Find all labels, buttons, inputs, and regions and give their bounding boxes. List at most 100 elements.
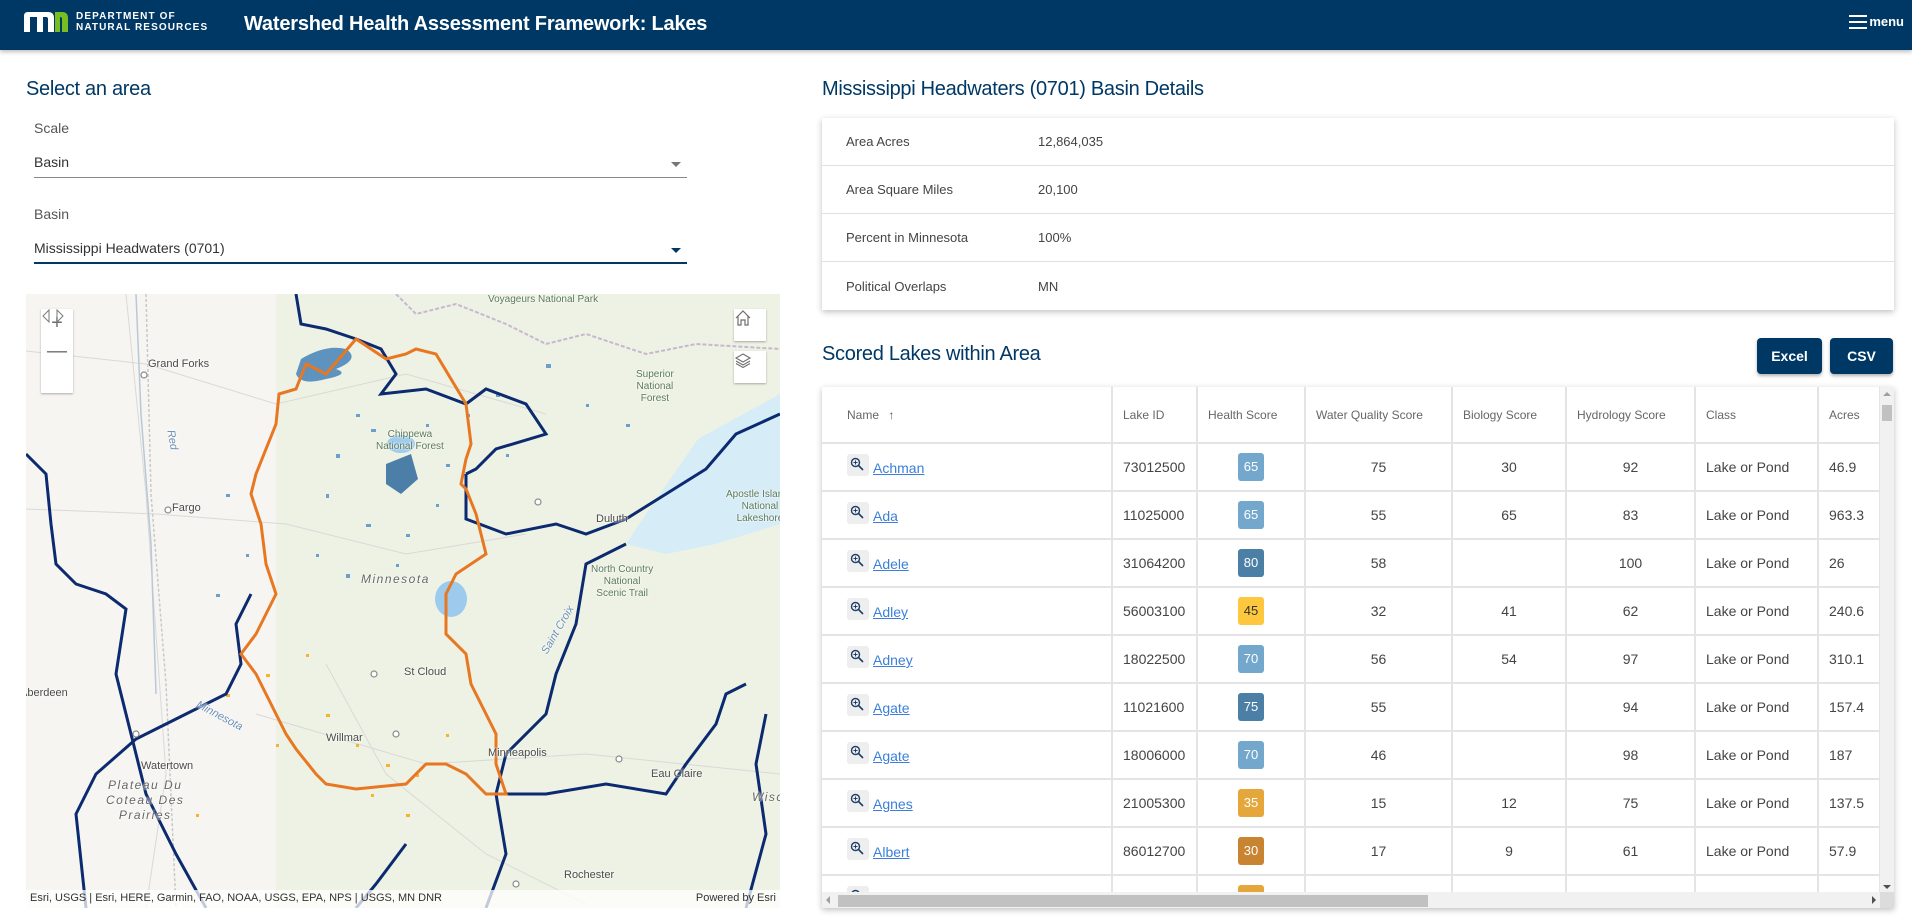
excel-export-button[interactable]: Excel	[1757, 338, 1822, 374]
home-button[interactable]	[734, 309, 766, 341]
lake-name-link[interactable]: Agate	[873, 700, 910, 716]
detail-row: Percent in Minnesota 100%	[822, 214, 1894, 262]
cell-biology-score	[1452, 539, 1567, 588]
zoom-to-lake-button[interactable]	[847, 838, 869, 860]
scroll-left-arrow-icon[interactable]	[826, 896, 830, 904]
app-header: DEPARTMENT OF NATURAL RESOURCES Watershe…	[0, 0, 1912, 50]
zoom-control: + —	[41, 309, 73, 393]
menu-label: menu	[1869, 14, 1904, 29]
map-label-chippewa-nf: Chippewa National Forest	[376, 429, 444, 452]
scroll-down-arrow-icon[interactable]	[1883, 885, 1891, 889]
menu-button[interactable]: menu	[1849, 14, 1904, 29]
cell-biology-score: 9	[1452, 827, 1567, 876]
lake-name-link[interactable]: Albert	[873, 844, 910, 860]
map-label-rochester: Rochester	[564, 869, 615, 881]
lake-name-link[interactable]: Achman	[873, 460, 924, 476]
cell-biology-score: 54	[1452, 635, 1567, 684]
map-label-voyageurs: Voyageurs National Park	[488, 294, 599, 305]
lake-name-link[interactable]: Agate	[873, 748, 910, 764]
zoom-to-lake-button[interactable]	[847, 742, 869, 764]
app-title: Watershed Health Assessment Framework: L…	[244, 13, 708, 35]
lake-name-link[interactable]: Adney	[873, 652, 913, 668]
chevron-down-icon	[671, 248, 681, 253]
cell-lake-id: 56003100	[1112, 587, 1198, 636]
lakes-table-container: Name ↑ Lake ID Health Score Water Qualit…	[822, 387, 1894, 908]
cell-class: Lake or Pond	[1695, 443, 1819, 492]
column-header-name[interactable]: Name ↑	[822, 387, 1113, 444]
cell-lake-id: 21005300	[1112, 779, 1198, 828]
zoom-to-lake-button[interactable]	[847, 502, 869, 524]
detail-row: Area Square Miles 20,100	[822, 166, 1894, 214]
layers-button[interactable]	[734, 351, 766, 383]
cell-acres: 240.6	[1818, 587, 1881, 636]
cell-class: Lake or Pond	[1695, 635, 1819, 684]
table-row: Agnes 21005300 35 15 12 75 Lake or Pond 137.5	[822, 779, 1881, 828]
logo-line-2: NATURAL RESOURCES	[76, 22, 209, 33]
column-header-label: Name	[847, 407, 880, 422]
cell-water-quality-score: 55	[1305, 683, 1453, 732]
layers-icon	[734, 353, 752, 369]
cell-acres: 157.4	[1818, 683, 1881, 732]
cell-name: Albert	[822, 827, 1113, 876]
health-score-badge: 35	[1238, 789, 1264, 817]
lake-name-link[interactable]: Ada	[873, 508, 898, 524]
zoom-out-button[interactable]: —	[41, 337, 73, 365]
cell-name: Adley	[822, 587, 1113, 636]
column-header-lake-id[interactable]: Lake ID	[1112, 387, 1198, 444]
horizontal-scrollbar[interactable]	[822, 892, 1880, 908]
column-header-acres[interactable]: Acres	[1818, 387, 1881, 444]
cell-biology-score: 30	[1452, 443, 1567, 492]
column-header-hydrology-score[interactable]: Hydrology Score	[1566, 387, 1696, 444]
cell-class: Lake or Pond	[1695, 491, 1819, 540]
lake-name-link[interactable]: Adley	[873, 604, 908, 620]
cell-hydrology-score: 83	[1566, 491, 1696, 540]
table-row: Albert 86012700 30 17 9 61 Lake or Pond 57.9	[822, 827, 1881, 876]
map-label-north-country-trail: North Country National Scenic Trail	[591, 564, 654, 599]
column-header-water-quality-score[interactable]: Water Quality Score	[1305, 387, 1453, 444]
basin-select[interactable]: Mississippi Headwaters (0701)	[34, 236, 687, 264]
zoom-to-lake-button[interactable]	[847, 790, 869, 812]
cell-health-score: 70	[1197, 635, 1306, 684]
scroll-up-arrow-icon[interactable]	[1883, 392, 1891, 396]
csv-export-button[interactable]: CSV	[1830, 338, 1893, 374]
detail-label: Area Acres	[846, 134, 910, 149]
powered-by-esri[interactable]: Powered by Esri	[696, 892, 776, 906]
health-score-badge: 65	[1238, 453, 1264, 481]
column-header-class[interactable]: Class	[1695, 387, 1819, 444]
map-label-plateau: Plateau Du Coteau Des Prairies	[106, 778, 185, 822]
zoom-to-lake-button[interactable]	[847, 550, 869, 572]
vertical-scroll-thumb[interactable]	[1882, 405, 1892, 421]
dnr-logo[interactable]: DEPARTMENT OF NATURAL RESOURCES	[24, 11, 208, 33]
scale-select[interactable]: Basin	[34, 150, 687, 178]
table-header-row: Name ↑ Lake ID Health Score Water Qualit…	[822, 387, 1881, 444]
zoom-to-lake-button[interactable]	[847, 598, 869, 620]
cell-water-quality-score: 58	[1305, 539, 1453, 588]
zoom-to-lake-button[interactable]	[847, 646, 869, 668]
attribution-text[interactable]: Esri, USGS | Esri, HERE, Garmin, FAO, NO…	[30, 892, 442, 906]
zoom-to-lake-button[interactable]	[847, 694, 869, 716]
scroll-right-arrow-icon[interactable]	[1872, 896, 1876, 904]
cell-lake-id: 18022500	[1112, 635, 1198, 684]
detail-value: 100%	[1038, 230, 1072, 245]
basin-label: Basin	[34, 206, 70, 222]
cell-name: Adney	[822, 635, 1113, 684]
cell-acres: 187	[1818, 731, 1881, 780]
lake-name-link[interactable]: Adele	[873, 556, 909, 572]
scale-label: Scale	[34, 120, 70, 136]
map-label-wisconsin: Wisc	[752, 790, 780, 804]
horizontal-scroll-thumb[interactable]	[838, 895, 1428, 907]
cell-class: Lake or Pond	[1695, 683, 1819, 732]
cell-water-quality-score: 55	[1305, 491, 1453, 540]
health-score-badge: 75	[1238, 693, 1264, 721]
cell-health-score: 70	[1197, 731, 1306, 780]
vertical-scrollbar[interactable]	[1880, 387, 1894, 894]
map-view[interactable]: Grand Forks Fargo Red Voyageurs National…	[26, 294, 780, 908]
detail-row: Area Acres 12,864,035	[822, 118, 1894, 166]
zoom-to-lake-button[interactable]	[847, 454, 869, 476]
lake-name-link[interactable]: Agnes	[873, 796, 913, 812]
column-header-biology-score[interactable]: Biology Score	[1452, 387, 1567, 444]
cell-water-quality-score: 56	[1305, 635, 1453, 684]
pan-arrows[interactable]	[41, 309, 73, 393]
column-header-health-score[interactable]: Health Score	[1197, 387, 1306, 444]
map-label-eau-claire: Eau Claire	[651, 768, 703, 780]
